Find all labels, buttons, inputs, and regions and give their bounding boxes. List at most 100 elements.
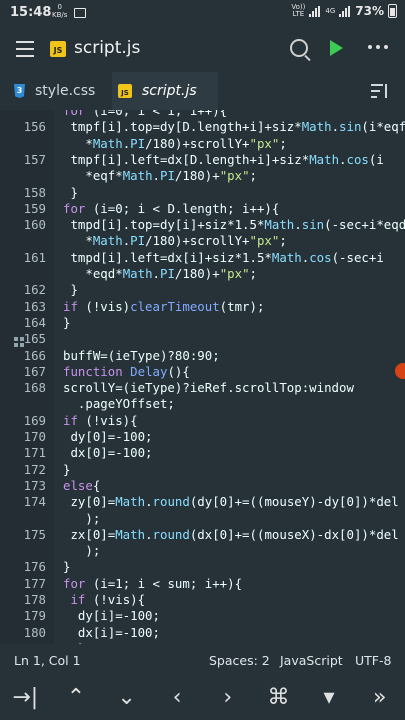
- code-line[interactable]: 163 if (!vis)clearTimeout(tmr);: [0, 299, 405, 315]
- cursor-position[interactable]: Ln 1, Col 1: [14, 653, 81, 668]
- line-number: 167: [23, 363, 46, 379]
- extra-keys-bar: →| ⌃ ⌄ ‹ › ⌘ ▾»: [0, 676, 405, 720]
- code-text: }: [63, 282, 78, 298]
- code-text: buffW=(ieType)?80:90;: [63, 347, 220, 363]
- code-line[interactable]: 164}: [0, 315, 405, 331]
- code-line[interactable]: 170 dy[0]=-100;: [0, 429, 405, 445]
- code-line[interactable]: 180 dx[i]=-100;: [0, 625, 405, 641]
- code-text: .pageYOffset;: [63, 396, 175, 412]
- code-text: function Delay(){: [63, 363, 190, 379]
- js-file-icon: JS: [50, 41, 66, 57]
- line-number: 172: [23, 461, 46, 477]
- more-options-icon[interactable]: [368, 45, 388, 49]
- language-mode[interactable]: JavaScript: [280, 653, 343, 668]
- status-bar: 15:48 0 KB/s Vo)) LTE 4G 73%: [0, 0, 405, 28]
- code-line[interactable]: *Math.PI/180)+scrollY+"px";: [0, 136, 405, 152]
- lte-label: LTE: [292, 10, 305, 18]
- volte-indicator: Vo)) LTE: [291, 4, 305, 18]
- tab-script-js[interactable]: JS script.js: [118, 72, 197, 110]
- code-line[interactable]: 173 else{: [0, 478, 405, 494]
- arrow-down-key[interactable]: ⌄: [102, 676, 152, 720]
- code-line[interactable]: *eqf*Math.PI/180)+"px";: [0, 168, 405, 184]
- code-line[interactable]: 177 for (i=1; i < sum; i++){: [0, 576, 405, 592]
- code-text: }: [63, 461, 71, 477]
- code-line[interactable]: 178 if (!vis){: [0, 592, 405, 608]
- code-text: tmpd[i].left=dx[i]+siz*1.5*Math.cos(-sec…: [63, 249, 384, 265]
- code-line[interactable]: 161 tmpd[i].left=dx[i]+siz*1.5*Math.cos(…: [0, 250, 405, 266]
- code-text: *Math.PI/180)+scrollY+"px";: [63, 233, 287, 249]
- code-line[interactable]: 171 dx[0]=-100;: [0, 445, 405, 461]
- code-line[interactable]: .pageYOffset;: [0, 396, 405, 412]
- file-encoding[interactable]: UTF-8: [355, 653, 391, 668]
- gallery-icon: [74, 8, 86, 18]
- code-line[interactable]: );: [0, 511, 405, 527]
- arrow-right-key[interactable]: ›: [203, 676, 253, 720]
- code-text: for (i=1; i < sum; i++){: [63, 575, 243, 591]
- sort-icon[interactable]: [371, 84, 389, 98]
- code-line[interactable]: 168 scrollY=(ieType)?ieRef.scrollTop:wind…: [0, 380, 405, 396]
- code-text: *eqd*Math.PI/180)+"px";: [63, 266, 257, 281]
- line-number: 180: [23, 624, 46, 640]
- line-number: 176: [23, 559, 46, 575]
- code-line[interactable]: *eqd*Math.PI/180)+"px";: [0, 266, 405, 282]
- line-number: 170: [23, 429, 46, 444]
- code-line[interactable]: 174 zy[0]=Math.round(dy[0]+=((mouseY)-dy…: [0, 494, 405, 510]
- code-line[interactable]: for (i=0; i < i; i++){: [0, 110, 405, 119]
- code-line[interactable]: 175 zx[0]=Math.round(dx[0]+=((mouseX)-dx…: [0, 527, 405, 543]
- code-line[interactable]: 162 }: [0, 282, 405, 298]
- double-chevron-key[interactable]: »: [355, 676, 405, 720]
- file-title: script.js: [74, 38, 141, 58]
- code-text: dy[i]=-100;: [63, 608, 160, 624]
- code-text: if (!vis){: [70, 592, 146, 607]
- code-text: zy[0]=Math.round(dy[0]+=((mouseY)-dy[0])…: [63, 494, 399, 510]
- code-line[interactable]: 179 dy[i]=-100;: [0, 608, 405, 624]
- network-type: 4G: [325, 6, 336, 15]
- code-line[interactable]: 176}: [0, 559, 405, 575]
- line-number: 177: [23, 575, 46, 591]
- menu-icon[interactable]: [16, 41, 34, 57]
- command-key[interactable]: ⌘: [253, 676, 303, 720]
- net-speed-unit: KB/s: [52, 11, 68, 19]
- code-text: );: [63, 510, 101, 526]
- line-number: 171: [23, 445, 46, 461]
- tab-key[interactable]: →|: [0, 676, 50, 720]
- code-line[interactable]: 157 tmpf[i].left=dx[D.length+i]+siz*Math…: [0, 152, 405, 168]
- code-text: }: [63, 559, 71, 575]
- line-number: 159: [23, 200, 46, 216]
- code-text: else{: [63, 477, 101, 493]
- indent-setting[interactable]: Spaces: 2: [209, 653, 270, 668]
- code-line[interactable]: 165: [0, 331, 405, 347]
- arrow-left-key[interactable]: ‹: [152, 676, 202, 720]
- line-number: 164: [23, 314, 46, 330]
- code-line[interactable]: 160 tmpd[i].top=dy[i]+siz*1.5*Math.sin(-…: [0, 217, 405, 233]
- code-line[interactable]: 159 for (i=0; i < D.length; i++){: [0, 201, 405, 217]
- code-line[interactable]: 167 function Delay(){: [0, 364, 405, 380]
- code-line[interactable]: );: [0, 543, 405, 559]
- code-line[interactable]: 156 tmpf[i].top=dy[D.length+i]+siz*Math.…: [0, 119, 405, 135]
- code-line[interactable]: 169 if (!vis){: [0, 413, 405, 429]
- js-icon: JS: [118, 84, 132, 98]
- code-line[interactable]: *Math.PI/180)+scrollY+"px";: [0, 233, 405, 249]
- code-line[interactable]: 166 buffW=(ieType)?80:90;: [0, 348, 405, 364]
- line-number: 156: [23, 119, 46, 135]
- battery-icon: [388, 4, 397, 18]
- line-number: 173: [23, 477, 46, 493]
- tab-style-css[interactable]: 3 style.css: [14, 72, 95, 110]
- scroll-handle[interactable]: [395, 363, 405, 379]
- line-number: 160: [23, 217, 46, 233]
- dropdown-key[interactable]: ▾: [304, 676, 354, 720]
- code-text: dx[i]=-100;: [63, 624, 160, 640]
- arrow-up-key[interactable]: ⌃: [51, 676, 101, 720]
- battery-percent: 73%: [355, 4, 384, 18]
- search-code-icon[interactable]: [290, 39, 308, 57]
- line-number: 168: [23, 380, 46, 396]
- code-text: }: [63, 184, 78, 200]
- code-editor[interactable]: for (i=0; i < i; i++){156 tmpf[i].top=dy…: [0, 110, 405, 644]
- code-line[interactable]: 158 }: [0, 185, 405, 201]
- code-line[interactable]: 172}: [0, 462, 405, 478]
- code-text: if (!vis)clearTimeout(tmr);: [63, 298, 265, 314]
- signal-icon: [309, 5, 321, 17]
- code-text: );: [63, 543, 101, 559]
- run-icon[interactable]: [330, 40, 343, 56]
- drag-handle-icon[interactable]: [14, 337, 36, 359]
